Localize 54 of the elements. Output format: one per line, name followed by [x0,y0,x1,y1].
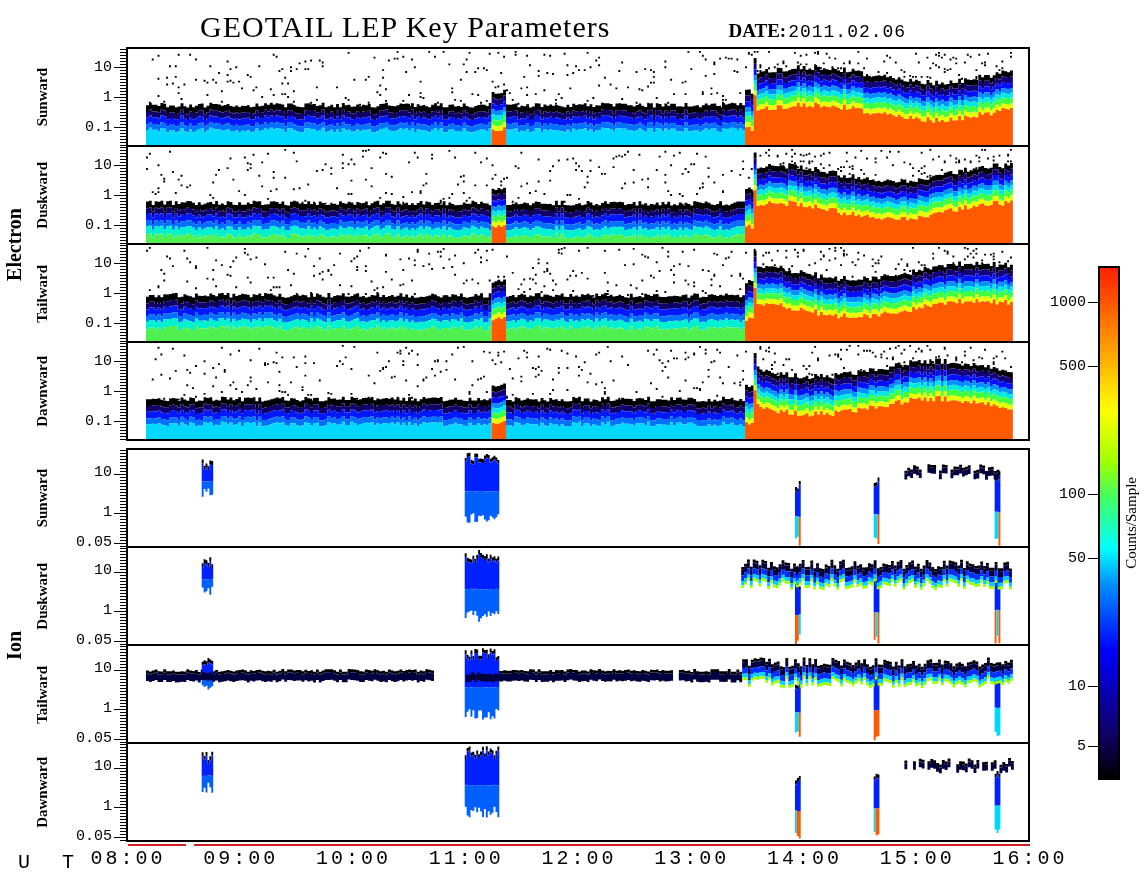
panel-label: Duskward [33,162,51,229]
axis-tick-label: 0.05 [76,829,112,845]
species-label: Ion [2,630,26,660]
axis-tick-label: 1 [103,286,112,302]
axis-tick-label: 0.1 [85,414,112,430]
panel-label: Duskward [33,563,51,630]
colorbar-label: Counts/Sample [1122,477,1140,569]
axis-tick-label: 1 [103,188,112,204]
axis-tick-label: 10 [94,60,112,76]
axis-tick-label: 1 [103,90,112,106]
colorbar-tick-label: 10 [1068,677,1086,695]
time-tick-label: 16:00 [991,847,1069,870]
panel-label: Tailward [33,264,51,323]
time-tick-label: 09:00 [202,847,280,870]
panel-label: Dawnward [33,356,51,427]
panel-label: Tailward [33,665,51,724]
axis-tick-label: 10 [94,256,112,272]
colorbar-tick-label: 500 [1059,357,1086,375]
panel-label: Sunward [33,469,51,528]
species-label: Electron [2,207,26,281]
axis-tick-label: 0.05 [76,535,112,551]
date-value: 2011.02.06 [788,22,907,42]
axis-tick-label: 10 [94,661,112,677]
axis-tick-label: 10 [94,158,112,174]
colorbar-tick-label: 5 [1077,737,1086,755]
panel-label: Dawnward [33,757,51,828]
axis-tick-label: 10 [94,563,112,579]
axis-label: U T [17,850,83,874]
time-tick-label: 12:00 [540,847,618,870]
axis-tick-label: 0.1 [85,120,112,136]
colorbar-tick-label: 100 [1059,485,1086,503]
colorbar-tick-label: 50 [1068,549,1086,567]
axis-tick-label: 10 [94,465,112,481]
axis-tick-label: 0.05 [76,633,112,649]
axis-tick-label: 10 [94,354,112,370]
time-tick-label: 14:00 [766,847,843,870]
axis-tick-label: 0.05 [76,731,112,747]
time-tick-label: 11:00 [427,847,505,870]
plot-title: GEOTAIL LEP Key Parameters [200,10,611,44]
axis-tick-label: 1 [103,701,112,717]
date-label: DATE: [728,20,787,42]
time-tick-label: 13:00 [653,847,731,870]
axis-tick-label: 1 [103,384,112,400]
axis-tick-label: 0.1 [85,218,112,234]
axis-tick-label: 1 [103,603,112,619]
axis-tick-label: 1 [103,799,112,815]
panel-label: Sunward [33,68,51,127]
time-tick-label: 15:00 [878,847,956,870]
time-tick-label: 10:00 [315,847,392,870]
axis-tick-label: 1 [103,505,112,521]
time-tick-label: 08:00 [89,847,167,870]
axis-tick-label: 0.1 [85,316,112,332]
colorbar-tick-label: 1000 [1050,293,1086,311]
axis-tick-label: 10 [94,759,112,775]
